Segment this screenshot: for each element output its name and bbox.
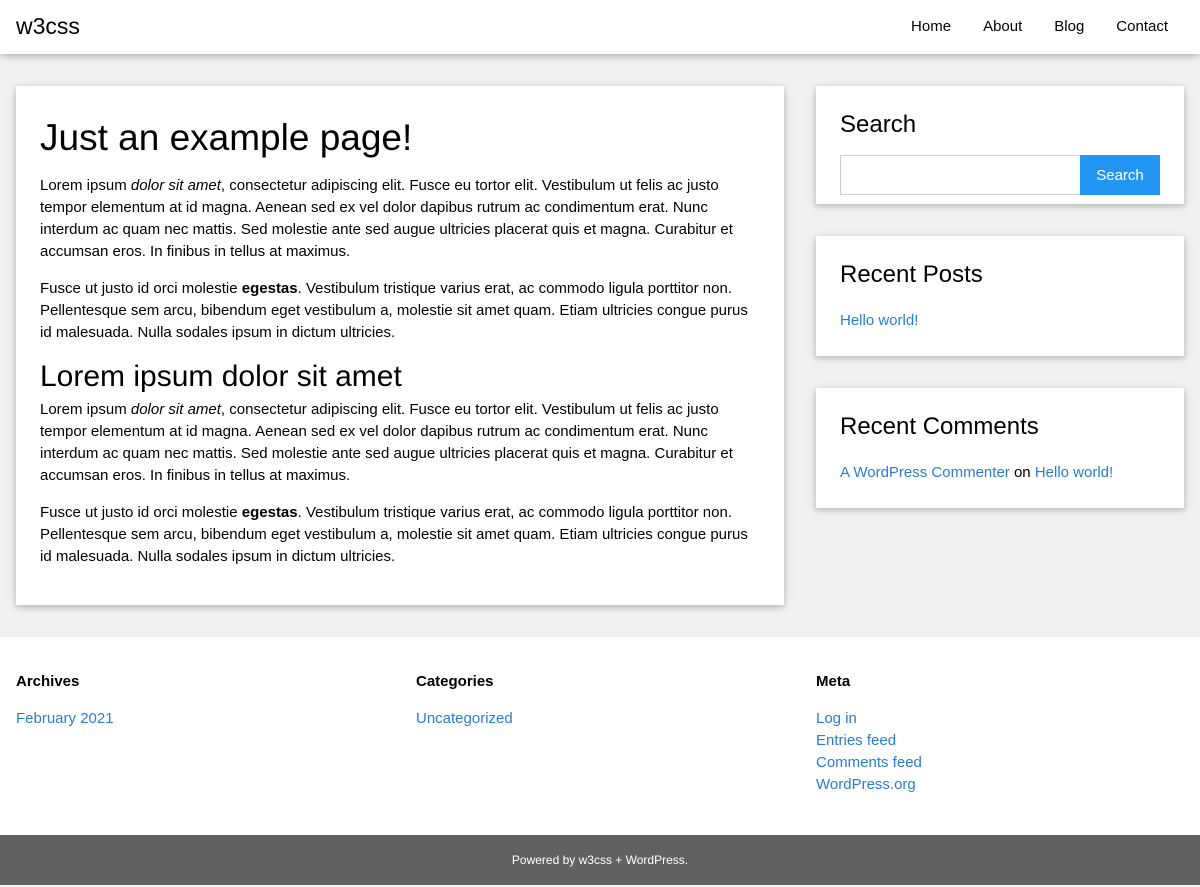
paragraph-text: Lorem ipsum [40, 177, 131, 194]
recent-post-link[interactable]: Hello world! [840, 312, 918, 329]
archives-title: Archives [16, 673, 80, 690]
nav-link-home[interactable]: Home [895, 0, 967, 54]
nav-link-about[interactable]: About [967, 0, 1038, 54]
main-content-card: Just an example page! Lorem ipsum dolor … [16, 86, 784, 605]
recent-comments-title: Recent Comments [840, 413, 1039, 440]
paragraph-2: Fusce ut justo id orci molestie egestas.… [40, 278, 760, 344]
recent-posts-widget: Recent Posts Hello world! [816, 236, 1184, 356]
bold-text: egestas [241, 504, 298, 521]
recent-posts-title: Recent Posts [840, 261, 983, 288]
wordpress-org-link[interactable]: WordPress.org [816, 776, 916, 793]
search-widget-title: Search [840, 111, 917, 138]
page-title: Just an example page! [40, 117, 413, 158]
meta-list: Log in Entries feed Comments feed WordPr… [816, 708, 1184, 796]
paragraph-4: Fusce ut justo id orci molestie egestas.… [40, 502, 760, 568]
comments-feed-link[interactable]: Comments feed [816, 754, 922, 771]
section-heading: Lorem ipsum dolor sit amet [40, 360, 402, 393]
search-widget: Search Search [816, 86, 1184, 204]
footer-meta: Meta Log in Entries feed Comments feed W… [816, 671, 1184, 796]
paragraph-text: Fusce ut justo id orci molestie [40, 504, 242, 521]
bold-text: egestas [241, 280, 298, 297]
paragraph-text: Lorem ipsum [40, 401, 131, 418]
site-brand-link[interactable]: w3css [16, 13, 80, 40]
search-input[interactable] [840, 155, 1080, 195]
bottom-bar: Powered by w3css + WordPress. [0, 835, 1200, 885]
recent-posts-list: Hello world! [840, 310, 1160, 332]
top-navbar: w3css Home About Blog Contact [0, 0, 1200, 54]
emphasis-text: dolor sit amet [130, 401, 221, 418]
list-item: Log in [816, 708, 1184, 730]
footer-archives: Archives February 2021 [16, 671, 384, 730]
list-item: Comments feed [816, 752, 1184, 774]
entries-feed-link[interactable]: Entries feed [816, 732, 896, 749]
main-nav: Home About Blog Contact [895, 0, 1184, 54]
archive-link[interactable]: February 2021 [16, 710, 114, 727]
comment-author-link[interactable]: A WordPress Commenter [840, 464, 1010, 481]
archives-list: February 2021 [16, 708, 384, 730]
nav-link-blog[interactable]: Blog [1038, 0, 1100, 54]
list-item: WordPress.org [816, 774, 1184, 796]
paragraph-1: Lorem ipsum dolor sit amet, consectetur … [40, 175, 760, 263]
meta-title: Meta [816, 673, 851, 690]
list-item: February 2021 [16, 708, 384, 730]
categories-list: Uncategorized [416, 708, 784, 730]
login-link[interactable]: Log in [816, 710, 857, 727]
emphasis-text: dolor sit amet [130, 177, 221, 194]
footer-credit: Powered by w3css + WordPress. [511, 853, 689, 867]
footer-categories: Categories Uncategorized [416, 671, 784, 730]
nav-link-contact[interactable]: Contact [1100, 0, 1184, 54]
search-form: Search [840, 155, 1160, 195]
recent-comments-widget: Recent Comments A WordPress Commenter on… [816, 388, 1184, 508]
list-item: Entries feed [816, 730, 1184, 752]
category-link[interactable]: Uncategorized [416, 710, 513, 727]
paragraph-3: Lorem ipsum dolor sit amet, consectetur … [40, 399, 760, 487]
search-button[interactable]: Search [1080, 155, 1160, 195]
comment-connector-text: on [1009, 464, 1035, 481]
categories-title: Categories [416, 673, 494, 690]
comment-post-link[interactable]: Hello world! [1035, 464, 1113, 481]
footer-widgets: Archives February 2021 Categories Uncate… [0, 637, 1200, 835]
recent-comment-item: A WordPress Commenter on Hello world! [840, 462, 1160, 484]
paragraph-text: Fusce ut justo id orci molestie [40, 280, 242, 297]
list-item: Uncategorized [416, 708, 784, 730]
